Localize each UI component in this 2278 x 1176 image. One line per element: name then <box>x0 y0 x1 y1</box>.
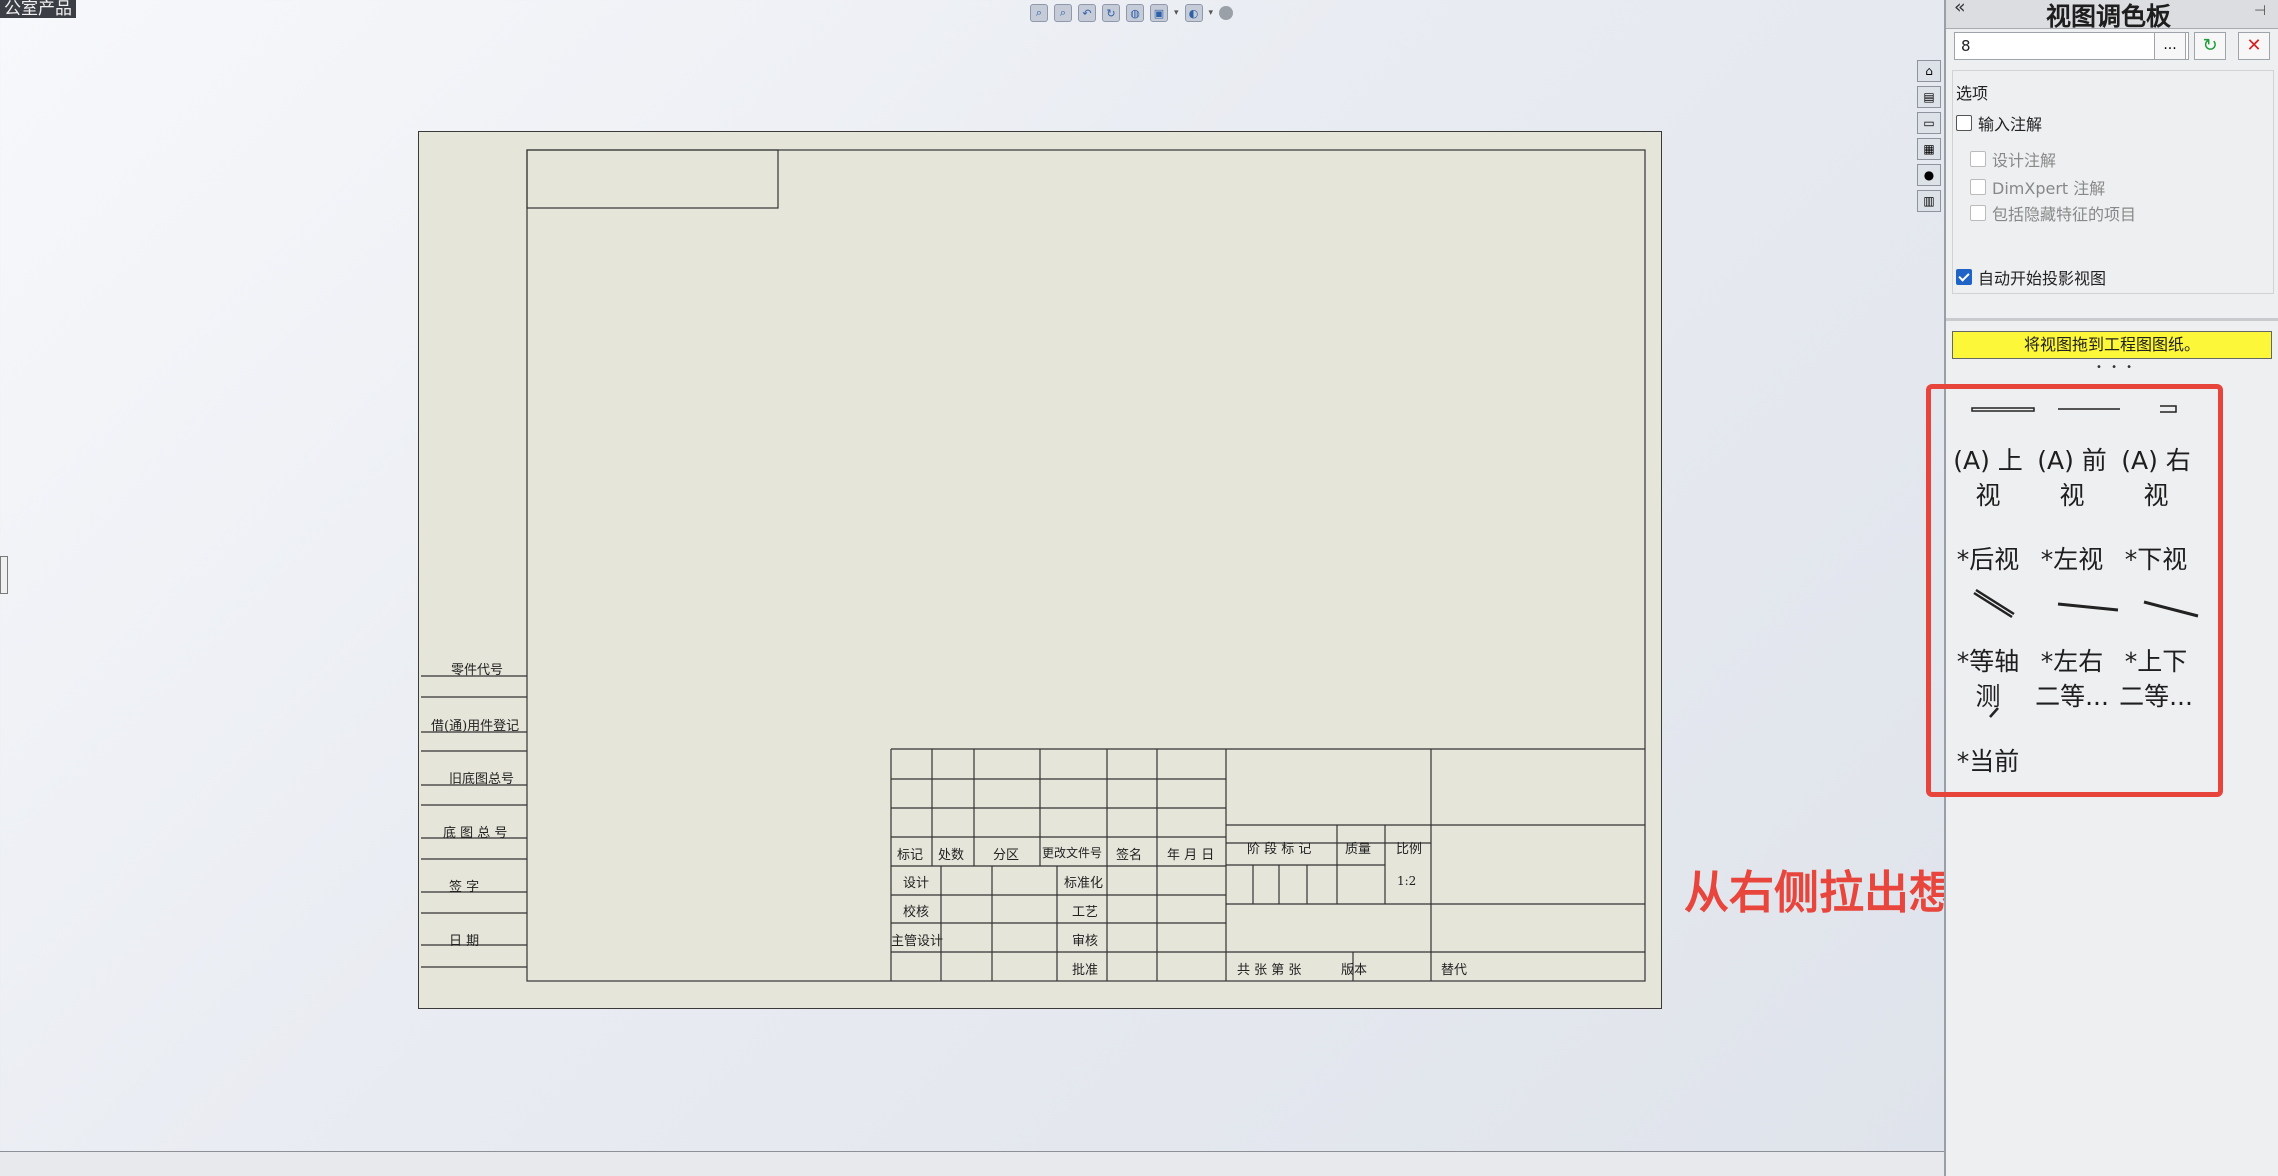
tb-replace: 替代 <box>1441 963 1468 978</box>
document-tab[interactable]: 公室产品 <box>0 0 76 18</box>
tb-sign-label: 批准 <box>1072 963 1099 978</box>
tb-header: 年 月 日 <box>1167 848 1215 863</box>
tb-sign-label: 标准化 <box>1064 876 1104 891</box>
chevron-down-icon[interactable]: ▾ <box>1174 8 1179 18</box>
zoom-area-icon[interactable]: ⌕ <box>1054 4 1072 22</box>
tb-sign-label: 工艺 <box>1072 905 1099 920</box>
tb-sheets: 共 张 第 张 <box>1237 963 1302 978</box>
sheet-frame <box>421 149 1646 982</box>
hide-show-icon[interactable]: ◐ <box>1184 4 1203 22</box>
file-explorer-icon[interactable]: ▭ <box>1917 112 1941 134</box>
drag-hint: 将视图拖到工程图图纸。 <box>1952 331 2272 359</box>
view-palette-icon[interactable]: ▦ <box>1917 138 1941 160</box>
view-orientation-icon[interactable]: ▣ <box>1150 4 1168 22</box>
splitter-handle[interactable] <box>0 556 8 594</box>
browse-button[interactable]: ... <box>2154 32 2186 60</box>
tb-stage-mark: 阶 段 标 记 <box>1247 842 1312 857</box>
tb-header: 分区 <box>993 848 1020 863</box>
custom-properties-icon[interactable]: ▥ <box>1917 190 1941 212</box>
collapse-icon[interactable]: « <box>1954 0 1966 18</box>
tb-scale: 比例 <box>1396 842 1423 857</box>
highlight-box <box>1926 384 2223 797</box>
tb-header: 更改文件号 <box>1042 846 1103 860</box>
task-pane-tabs: ⌂ ▤ ▭ ▦ ● ▥ <box>1917 60 1941 216</box>
heads-up-toolbar: ⌕ ⌕ ↶ ↻ ◍ ▣ ▾ ◐ ▾ <box>1030 2 1234 24</box>
options-label: 选项 <box>1956 84 1989 103</box>
zoom-to-fit-icon[interactable]: ⌕ <box>1030 4 1048 22</box>
annotation-text: 从右侧拉出想要的视图 <box>1684 866 1945 919</box>
pin-icon[interactable]: ⊣ <box>2254 3 2274 19</box>
panel-title: 视图调色板 <box>2046 2 2172 31</box>
tb-label: 借(通)用件登记 <box>431 719 520 734</box>
tb-header: 标记 <box>897 848 924 863</box>
panel-titlebar: « 视图调色板 ⊣ <box>1946 0 2278 31</box>
tb-label: 底 图 总 号 <box>443 826 508 841</box>
tb-label: 日 期 <box>449 934 480 949</box>
divider <box>1946 318 2278 321</box>
tb-sign-label: 主管设计 <box>891 934 944 949</box>
clear-button[interactable]: ✕ <box>2238 32 2270 60</box>
dropdown-value: 8 <box>1961 37 1971 55</box>
tb-label: 签 字 <box>449 880 480 895</box>
tb-label: 零件代号 <box>451 663 504 678</box>
tb-header: 处数 <box>938 848 965 863</box>
design-annotations-checkbox: 设计注解 <box>1970 147 2056 171</box>
tb-version: 版本 <box>1341 963 1368 978</box>
tb-scale-value: 1:2 <box>1397 874 1417 888</box>
tb-sign-label: 设计 <box>903 876 930 891</box>
hidden-features-checkbox: 包括隐藏特征的项目 <box>1970 201 2136 225</box>
graphics-area[interactable]: 公室产品 ⌕ ⌕ ↶ ↻ ◍ ▣ ▾ ◐ ▾ 零件代号 借(通)用件登记 旧底图… <box>0 0 1945 1176</box>
status-bar <box>0 1151 1945 1176</box>
tb-mass: 质量 <box>1345 842 1372 857</box>
rotate-icon[interactable]: ↻ <box>1102 4 1120 22</box>
refresh-icon: ↻ <box>2202 35 2218 56</box>
tb-sign-label: 审核 <box>1072 934 1099 949</box>
appearance-icon[interactable] <box>1219 6 1234 20</box>
tb-header: 签名 <box>1116 848 1143 863</box>
design-library-icon[interactable]: ▤ <box>1917 86 1941 108</box>
dimxpert-annotations-checkbox: DimXpert 注解 <box>1970 175 2105 199</box>
appearances-icon[interactable]: ● <box>1917 164 1941 186</box>
auto-projected-view-checkbox[interactable]: 自动开始投影视图 <box>1956 265 2106 289</box>
tb-label: 旧底图总号 <box>449 772 515 787</box>
import-annotations-checkbox[interactable]: 输入注解 <box>1956 111 2042 135</box>
display-style-icon[interactable]: ◍ <box>1126 4 1144 22</box>
resize-grip[interactable]: • • • <box>2096 362 2135 373</box>
previous-view-icon[interactable]: ↶ <box>1078 4 1096 22</box>
tb-sign-label: 校核 <box>903 905 930 920</box>
home-icon[interactable]: ⌂ <box>1917 60 1941 82</box>
drawing-sheet[interactable]: 零件代号 借(通)用件登记 旧底图总号 底 图 总 号 签 字 日 期 标记 处… <box>418 131 1662 1009</box>
chevron-down-icon[interactable]: ▾ <box>1209 8 1214 18</box>
close-icon: ✕ <box>2246 35 2262 56</box>
refresh-button[interactable]: ↻ <box>2194 32 2226 60</box>
